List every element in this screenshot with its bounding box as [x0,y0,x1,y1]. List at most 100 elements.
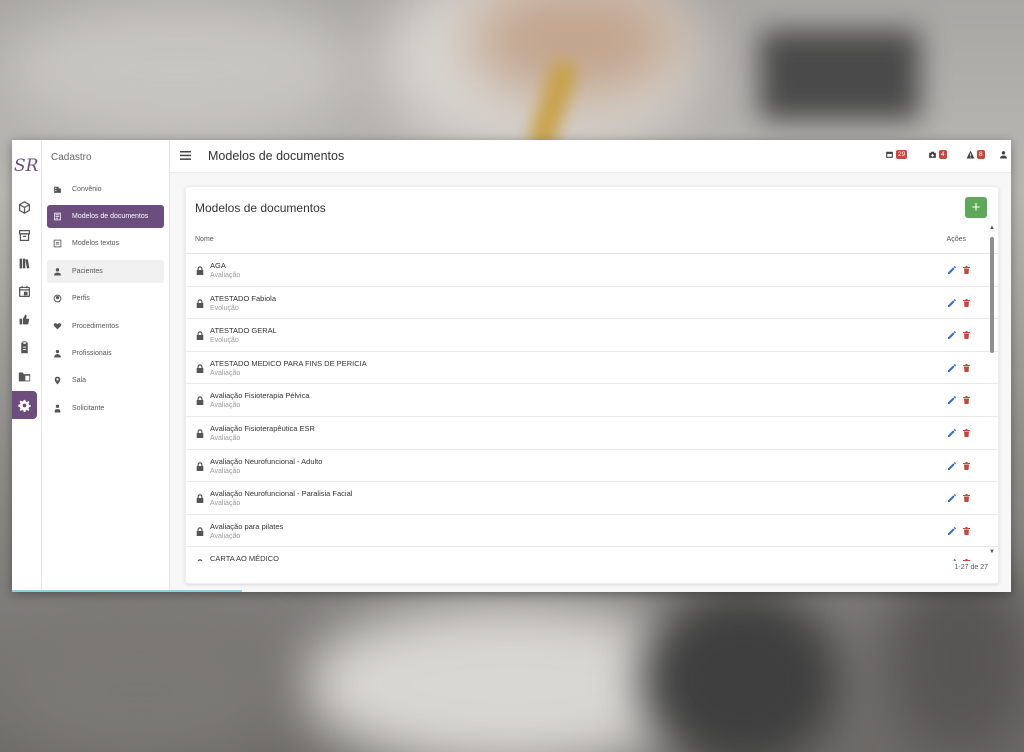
gear-icon[interactable] [12,391,37,419]
loading-progress-bar [12,590,242,592]
lock-icon [196,494,204,504]
edit-pencil-icon[interactable] [948,526,956,535]
table-scrollbar[interactable]: ▲ ▼ [989,225,995,555]
delete-trash-icon[interactable] [963,331,970,340]
document-name: Avaliação Fisioterapia Pélvica [210,391,310,401]
table-row[interactable]: Avaliação Neurofuncional - Paralisia Fac… [186,482,998,515]
folder-icon[interactable] [12,364,36,388]
delete-trash-icon[interactable] [963,494,970,503]
menu-item-modelos-textos[interactable]: Modelos textos [47,232,164,255]
menu-item-label: Perfis [72,295,90,302]
document-type: Avaliação [210,272,241,279]
documents-card: Modelos de documentos + Nome Ações AGA Av… [185,186,999,584]
document-type: Avaliação [210,467,241,475]
person-icon [54,268,61,276]
lock-icon [196,527,204,536]
delete-trash-icon[interactable] [963,461,970,470]
chevron-down-icon [1010,152,1011,158]
edit-pencil-icon[interactable] [948,559,956,561]
pin-icon [54,376,61,385]
edit-pencil-icon[interactable] [948,429,956,437]
column-header-name: Nome [195,236,214,243]
document-name: Avaliação Neurofuncional - Adulto [210,456,323,466]
archive-icon[interactable] [12,223,36,247]
top-bar: Modelos de documentos 29 4 8 [170,140,1011,173]
menu-item-procedimentos[interactable]: Procedimentos [47,315,164,338]
hamburger-menu-icon[interactable] [180,151,191,160]
menu-item-pacientes[interactable]: Pacientes [47,260,164,283]
menu-item-label: Solicitante [72,405,105,412]
warning-icon [966,150,975,159]
menu-item-label: Convênio [72,186,102,193]
delete-trash-icon[interactable] [963,396,970,405]
document-name: ATESTADO Fabiola [210,293,276,303]
delete-trash-icon[interactable] [963,298,970,307]
logo: SR [14,156,39,176]
clipboard-icon[interactable] [12,335,36,359]
books-icon[interactable] [12,251,36,275]
column-header-actions: Ações [946,236,966,243]
calendar-notification[interactable]: 29 [885,150,908,159]
edit-pencil-icon[interactable] [948,331,956,340]
add-document-button[interactable]: + [965,197,987,218]
medkit-notification[interactable]: 4 [928,150,947,159]
menu-item-solicitante[interactable]: Solicitante [47,397,164,420]
table-row[interactable]: Avaliação Fisioterapia Pélvica Avaliação [186,384,998,417]
edit-pencil-icon[interactable] [948,298,956,307]
delete-trash-icon[interactable] [963,526,970,535]
menu-item-profissionais[interactable]: Profissionais [47,342,164,365]
delete-trash-icon[interactable] [963,559,970,561]
table-row[interactable]: ATESTADO Fabiola Evolução [186,287,998,320]
menu-item-modelos-documentos[interactable]: Modelos de documentos [47,205,164,228]
edit-pencil-icon[interactable] [948,266,956,274]
table-row[interactable]: ATESTADO MEDICO PARA FINS DE PERICIA Aval… [186,352,998,385]
menu-item-label: Pacientes [72,268,103,275]
table-row[interactable]: Avaliação Neurofuncional - Adulto Avaliaç… [186,450,998,483]
table-row[interactable]: AGA Avaliação [186,254,998,287]
page-title: Modelos de documentos [208,149,345,163]
document-name: Avaliação Neurofuncional - Paralisia Fac… [210,489,353,499]
svg-text:SR: SR [14,156,39,176]
profile-icon [53,294,62,303]
menu-item-perfis[interactable]: Perfis [47,287,164,310]
thumbs-icon[interactable] [12,307,36,331]
edit-pencil-icon[interactable] [948,363,956,372]
menu-item-sala[interactable]: Sala [47,369,164,392]
heart-hand-icon [53,323,62,330]
table-row[interactable]: Avaliação para pilates Avaliação [186,515,998,548]
pagination-info: 1-27 de 27 [954,564,988,571]
lock-icon [196,396,204,406]
delete-trash-icon[interactable] [963,363,970,372]
delete-trash-icon[interactable] [963,429,970,437]
menu-item-label: Sala [72,377,87,384]
scroll-up-arrow-icon[interactable]: ▲ [989,225,995,231]
menu-item-label: Modelos de documentos [72,213,149,220]
table-row[interactable]: Avaliação Fisioterapêutica ESR Avaliação [186,417,998,450]
cadastro-menu: Cadastro Convênio Modelos de documentos … [42,140,170,592]
table-row[interactable]: CARTA AO MÉDICO [186,547,998,561]
delete-trash-icon[interactable] [963,266,970,274]
lock-icon [197,559,203,561]
calendar-count-badge: 29 [896,150,908,159]
table-row[interactable]: ATESTADO GERAL Evolução [186,319,998,352]
scroll-down-arrow-icon[interactable]: ▼ [989,549,995,555]
text-doc-icon [53,239,62,248]
edit-pencil-icon[interactable] [948,461,956,470]
professional-icon [54,349,61,358]
document-name: AGA [210,261,226,270]
scrollbar-thumb[interactable] [990,237,994,353]
document-type: Avaliação [210,369,241,377]
lock-icon [196,298,204,308]
menu-item-label: Modelos textos [72,240,120,247]
document-name: ATESTADO MEDICO PARA FINS DE PERICIA [210,358,367,368]
lock-icon [196,331,204,341]
user-menu[interactable] [999,150,1011,159]
warning-notification[interactable]: 8 [966,150,985,159]
medkit-icon [929,151,936,158]
edit-pencil-icon[interactable] [948,396,956,405]
cube-icon[interactable] [12,195,36,219]
document-name: Avaliação Fisioterapêutica ESR [210,424,315,433]
calendar-icon[interactable] [12,279,36,303]
edit-pencil-icon[interactable] [948,494,956,503]
menu-item-convenio[interactable]: Convênio [47,178,164,201]
